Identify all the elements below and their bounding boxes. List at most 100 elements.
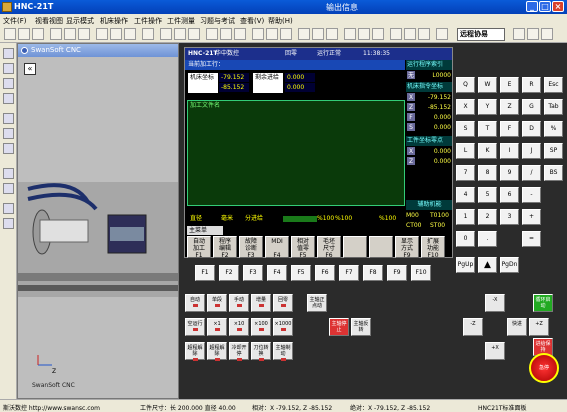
key-plus[interactable]: +: [522, 209, 541, 225]
y-icon[interactable]: [358, 28, 370, 40]
sim-icon[interactable]: [188, 28, 200, 40]
key-w[interactable]: W: [478, 77, 497, 93]
tool-change-icon[interactable]: [3, 63, 14, 74]
op-x1[interactable]: ×1: [207, 318, 227, 336]
menu-help[interactable]: 帮助(H): [268, 16, 293, 26]
op-spindle-rev[interactable]: 主轴反转: [351, 318, 371, 336]
new-icon[interactable]: [4, 28, 16, 40]
op-increment[interactable]: 增量: [251, 294, 271, 312]
flag-icon[interactable]: [390, 28, 402, 40]
connect-icon[interactable]: [513, 28, 525, 40]
f2-button[interactable]: F2: [219, 265, 239, 281]
key-l[interactable]: L: [456, 143, 475, 159]
paste-icon[interactable]: [234, 28, 246, 40]
key-slash[interactable]: /: [522, 165, 541, 181]
op-rapid[interactable]: 快进: [507, 318, 527, 336]
chart-icon[interactable]: [252, 28, 264, 40]
key-1[interactable]: 1: [456, 209, 475, 225]
copy-icon[interactable]: [220, 28, 232, 40]
op-minus-z[interactable]: -Z: [463, 318, 483, 336]
rotate-icon[interactable]: [160, 28, 172, 40]
pan-icon[interactable]: [174, 28, 186, 40]
op-spindle-jog[interactable]: 主轴正点动: [307, 294, 327, 312]
menu-display-mode[interactable]: 显示模式: [66, 16, 94, 26]
f8-button[interactable]: F8: [363, 265, 383, 281]
save-icon[interactable]: [32, 28, 44, 40]
key-7[interactable]: 7: [456, 165, 475, 181]
op-spindle-brake[interactable]: 主轴制动: [273, 342, 293, 361]
blank-icon[interactable]: [3, 78, 14, 89]
info-icon[interactable]: [404, 28, 416, 40]
disconnect-icon[interactable]: [527, 28, 539, 40]
key-pgdn[interactable]: PgDn: [500, 257, 519, 273]
zoom-fit-icon[interactable]: [3, 143, 14, 154]
f7-button[interactable]: F7: [339, 265, 359, 281]
key-f[interactable]: F: [500, 121, 519, 137]
f5-button[interactable]: F5: [291, 265, 311, 281]
op-overtravel-2[interactable]: 超程解除: [207, 342, 227, 361]
measure-icon[interactable]: [96, 28, 108, 40]
color-icon[interactable]: [3, 168, 14, 179]
minimize-button[interactable]: _: [526, 1, 538, 12]
emergency-stop-button[interactable]: 急停: [529, 353, 559, 383]
layer-icon[interactable]: [3, 203, 14, 214]
op-spindle-stop[interactable]: 主轴停止: [329, 318, 349, 336]
key-t[interactable]: T: [478, 121, 497, 137]
key-4[interactable]: 4: [456, 187, 475, 203]
key-r[interactable]: R: [522, 77, 541, 93]
softkey-rel-zero[interactable]: 相对 值零 F5: [291, 236, 315, 259]
view-icon[interactable]: [78, 28, 90, 40]
op-x1000[interactable]: ×1000: [273, 318, 293, 336]
key-0[interactable]: 0: [456, 231, 475, 247]
refresh-icon[interactable]: [124, 28, 136, 40]
key-2[interactable]: 2: [478, 209, 497, 225]
key-pgup[interactable]: PgUp: [456, 257, 475, 273]
tool-icon[interactable]: [50, 28, 62, 40]
key-k[interactable]: K: [478, 143, 497, 159]
table-icon[interactable]: [266, 28, 278, 40]
softkey-empty-7[interactable]: [343, 236, 367, 258]
key-y[interactable]: Y: [478, 99, 497, 115]
menu-exercise[interactable]: 习题与考试: [200, 16, 235, 26]
net-icon[interactable]: [436, 28, 448, 40]
settings-icon[interactable]: [541, 28, 553, 40]
op-home[interactable]: 回零: [273, 294, 293, 312]
close-button[interactable]: ×: [552, 1, 564, 12]
softkey-display[interactable]: 显示 方式 F9: [395, 236, 419, 259]
softkey-blank-size[interactable]: 毛坯 尺寸 F6: [317, 236, 341, 259]
side-view-icon[interactable]: [3, 128, 14, 139]
key-tab[interactable]: Tab: [544, 99, 563, 115]
menu-measure[interactable]: 工件测量: [167, 16, 195, 26]
softkey-empty-8[interactable]: [369, 236, 393, 258]
z-icon[interactable]: [372, 28, 384, 40]
menu-view[interactable]: 视看视图: [35, 16, 63, 26]
key-5[interactable]: 5: [478, 187, 497, 203]
grid-toggle-icon[interactable]: [3, 218, 14, 229]
key-8[interactable]: 8: [478, 165, 497, 181]
f6-button[interactable]: F6: [315, 265, 335, 281]
lathe-icon[interactable]: [3, 48, 14, 59]
key-sp[interactable]: SP: [544, 143, 563, 159]
op-coolant[interactable]: 冷却开停: [229, 342, 249, 361]
key-d[interactable]: D: [522, 121, 541, 137]
key-e[interactable]: E: [500, 77, 519, 93]
key-q[interactable]: Q: [456, 77, 475, 93]
softkey-auto[interactable]: 自动 加工 F1: [187, 236, 211, 259]
softkey-diag[interactable]: 故障 诊断 F3: [239, 236, 263, 259]
key-9[interactable]: 9: [500, 165, 519, 181]
step-icon[interactable]: [326, 28, 338, 40]
op-auto[interactable]: 自动: [185, 294, 205, 312]
op-cycle-start[interactable]: 循环启动: [533, 294, 553, 312]
softkey-edit[interactable]: 程序 编辑 F2: [213, 236, 237, 259]
output-info-tab[interactable]: 输出信息: [326, 2, 358, 13]
menu-view2[interactable]: 查看(V): [240, 16, 264, 26]
menu-workpiece[interactable]: 工件操作: [134, 16, 162, 26]
op-x100[interactable]: ×100: [251, 318, 271, 336]
key-z[interactable]: Z: [500, 99, 519, 115]
f4-button[interactable]: F4: [267, 265, 287, 281]
home-icon[interactable]: [418, 28, 430, 40]
key-3[interactable]: 3: [500, 209, 519, 225]
open-icon[interactable]: [18, 28, 30, 40]
key-j[interactable]: J: [522, 143, 541, 159]
softkey-extend[interactable]: 扩展 功能 F10: [421, 236, 445, 259]
